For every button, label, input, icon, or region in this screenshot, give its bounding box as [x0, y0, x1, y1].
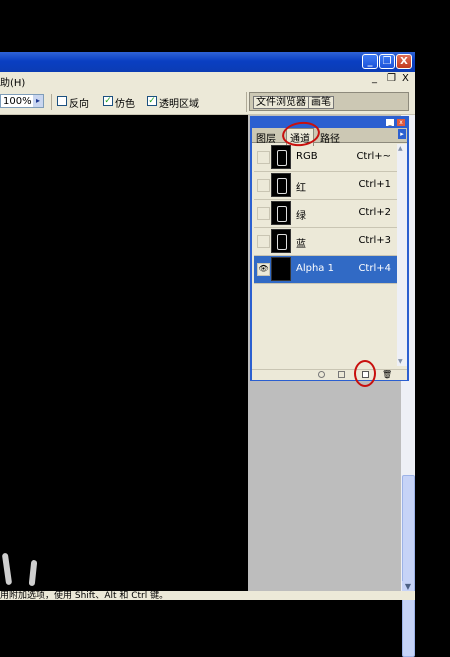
channel-name: 蓝	[296, 239, 306, 250]
divider	[246, 92, 247, 112]
menu-help[interactable]: 助(H)	[0, 74, 25, 89]
tab-file-browser[interactable]: 文件浏览器	[253, 96, 309, 109]
tab-layers[interactable]: 图层	[256, 130, 276, 145]
stroke-mark	[28, 559, 38, 587]
options-bar: 100% ▸ 反向 ✓ 仿色 ✓ 透明区域 文件浏览器 画笔	[0, 90, 415, 115]
scroll-up-arrow-icon[interactable]: ▲	[398, 145, 403, 152]
palette-tabs: 图层 通道 路径 ▸	[252, 128, 407, 146]
palette-minimize-button[interactable]: _	[386, 119, 394, 126]
channel-thumbnail	[271, 257, 291, 281]
transparency-checkbox[interactable]: ✓	[147, 96, 157, 106]
channel-name: Alpha 1	[296, 263, 334, 274]
channel-thumbnail	[271, 201, 291, 225]
channel-shortcut: Ctrl+~	[356, 151, 391, 162]
palette-menu-arrow-icon[interactable]: ▸	[398, 129, 406, 139]
reverse-label: 反向	[69, 99, 89, 110]
annotation-circle-new-channel	[354, 360, 376, 387]
palette-title-bar[interactable]: _ x	[252, 118, 407, 128]
channel-shortcut: Ctrl+4	[358, 263, 391, 274]
save-selection-icon[interactable]	[338, 371, 345, 378]
tab-brushes[interactable]: 画笔	[308, 96, 334, 109]
visibility-toggle[interactable]	[257, 207, 270, 220]
doc-minimize-button[interactable]: _	[372, 73, 377, 84]
channel-row-green[interactable]: 绿 Ctrl+2	[254, 200, 397, 228]
channel-shortcut: Ctrl+3	[358, 235, 391, 246]
channel-shortcut: Ctrl+1	[358, 179, 391, 190]
scroll-down-arrow-icon[interactable]: ▼	[398, 358, 403, 365]
channel-name: 红	[296, 183, 306, 194]
channel-thumbnail	[271, 173, 291, 197]
palette-button-bar: 🗑	[252, 369, 407, 380]
channel-row-blue[interactable]: 蓝 Ctrl+3	[254, 228, 397, 256]
channel-thumbnail	[271, 145, 291, 169]
dither-checkbox[interactable]: ✓	[103, 96, 113, 106]
doc-close-button[interactable]: X	[402, 73, 409, 84]
tab-paths[interactable]: 路径	[320, 130, 340, 145]
channel-row-red[interactable]: 红 Ctrl+1	[254, 172, 397, 200]
visibility-toggle[interactable]	[257, 235, 270, 248]
restore-button[interactable]: ❐	[379, 54, 395, 69]
status-bar: 用附加选项，使用 Shift、Alt 和 Ctrl 键。	[0, 591, 415, 600]
channel-thumbnail	[271, 229, 291, 253]
close-button[interactable]: X	[396, 54, 412, 69]
zoom-field[interactable]: 100% ▸	[0, 94, 44, 108]
visibility-toggle[interactable]	[257, 151, 270, 164]
channel-row-rgb[interactable]: RGB Ctrl+~	[254, 144, 397, 172]
title-bar	[0, 52, 415, 72]
eye-icon[interactable]: 👁	[257, 263, 270, 276]
zoom-value: 100%	[3, 96, 32, 107]
palette-scrollbar[interactable]: ▲ ▼	[397, 144, 407, 366]
reverse-checkbox[interactable]	[57, 96, 67, 106]
palette-well: 文件浏览器 画笔	[249, 92, 409, 111]
channel-name: RGB	[296, 151, 318, 162]
transparency-label: 透明区域	[159, 99, 199, 110]
dither-label: 仿色	[115, 99, 135, 110]
menu-bar: 助(H) _ ❐ X	[0, 72, 415, 90]
stroke-mark	[1, 552, 13, 586]
visibility-toggle[interactable]	[257, 179, 270, 192]
channel-shortcut: Ctrl+2	[358, 207, 391, 218]
doc-restore-button[interactable]: ❐	[387, 73, 396, 84]
palette-close-button[interactable]: x	[397, 119, 405, 126]
zoom-arrow-icon[interactable]: ▸	[33, 95, 43, 107]
minimize-button[interactable]: _	[362, 54, 378, 69]
divider	[51, 94, 52, 110]
channel-row-alpha-1[interactable]: 👁 Alpha 1 Ctrl+4	[254, 256, 397, 284]
channel-name: 绿	[296, 211, 306, 222]
scroll-thumb[interactable]	[402, 475, 415, 657]
load-selection-icon[interactable]	[318, 371, 325, 378]
channels-palette: _ x 图层 通道 路径 ▸ RGB Ctrl+~ 红 Ctrl+1 绿 Ctr…	[250, 116, 409, 381]
status-text: 用附加选项，使用 Shift、Alt 和 Ctrl 键。	[0, 591, 169, 600]
trash-icon[interactable]: 🗑	[382, 370, 392, 379]
